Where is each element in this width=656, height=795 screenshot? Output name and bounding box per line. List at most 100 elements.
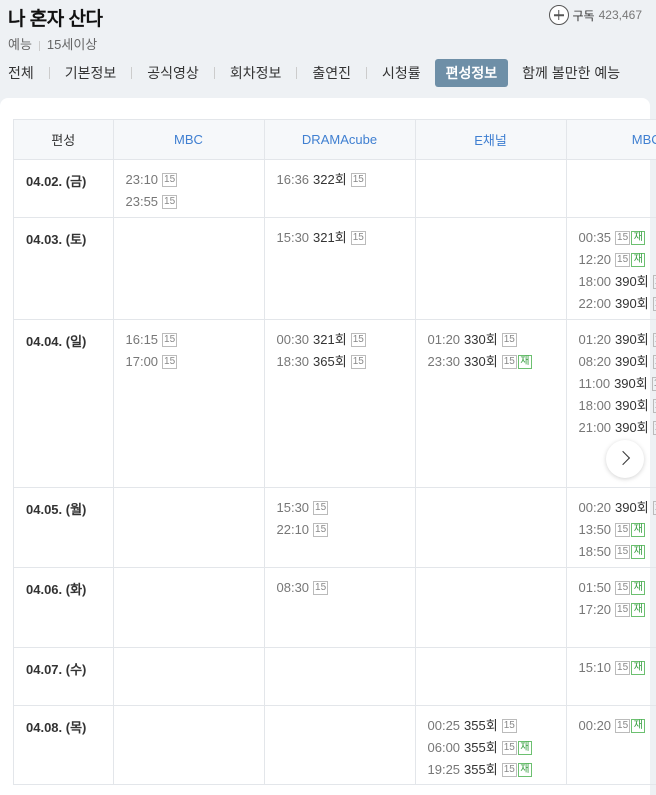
schedule-cell xyxy=(113,217,265,320)
broadcast-time: 15:10 xyxy=(578,659,612,675)
broadcast-entry: 00:20 15 재 xyxy=(579,715,656,737)
age-badge: 15 xyxy=(350,332,366,347)
broadcast-time: 15:30 xyxy=(276,499,310,515)
schedule-date: 04.04. (일) xyxy=(14,319,114,488)
age-badge: 15 xyxy=(350,230,366,245)
next-channels-button[interactable] xyxy=(606,440,644,478)
schedule-cell xyxy=(113,487,265,568)
schedule-cell xyxy=(264,647,416,706)
tab-divider xyxy=(213,67,215,79)
schedule-table: 편성 MBCDRAMAcubeE채널MBC every1 04.02. (금) 2… xyxy=(14,120,656,784)
tab-bar: 전체 기본정보 공식영상 회차정보 출연진 시청률 편성정보 함께 볼만한 예능 xyxy=(0,59,628,87)
age-badge: 15 xyxy=(162,354,178,369)
broadcast-entry: 00:30 321회 15 xyxy=(277,329,415,351)
rerun-badge: 재 xyxy=(631,660,646,675)
subscribe-button[interactable]: 구독 423,467 xyxy=(548,5,642,25)
age-badge: 15 xyxy=(313,580,329,595)
rerun-badge: 재 xyxy=(631,544,646,559)
broadcast-entry: 11:00390회15 xyxy=(579,373,656,395)
broadcast-time: 01:20 xyxy=(427,331,461,347)
schedule-date: 04.07. (수) xyxy=(14,647,114,706)
episode-number: 390회 xyxy=(615,419,649,435)
broadcast-time: 21:00 xyxy=(578,419,612,435)
schedule-cell: 23:10 15 23:55 15 xyxy=(113,159,265,218)
tab-3[interactable]: 공식영상 xyxy=(139,59,207,87)
tab-1[interactable]: 전체 xyxy=(0,59,42,87)
tab-6[interactable]: 시청률 xyxy=(374,59,429,87)
broadcast-time: 08:30 xyxy=(276,579,310,595)
broadcast-time: 23:55 xyxy=(125,193,159,209)
schedule-header-row: 편성 MBCDRAMAcubeE채널MBC every1 xyxy=(14,120,656,160)
age-rating-label: 15세이상 xyxy=(46,37,98,52)
broadcast-entry: 18:30 365회 15 xyxy=(277,351,415,373)
broadcast-entry: 00:25 355회 15 xyxy=(428,715,566,737)
schedule-cell: 00:20390회1513:5015재18:5015재 xyxy=(566,487,656,568)
age-badge: 15 xyxy=(615,718,631,733)
age-badge: 15 xyxy=(313,522,329,537)
age-badge: 15 xyxy=(350,354,366,369)
tab-2[interactable]: 기본정보 xyxy=(57,59,125,87)
broadcast-entry: 18:50 15 재 xyxy=(579,541,656,563)
broadcast-time: 06:00 xyxy=(427,739,461,755)
schedule-row: 04.02. (금) 23:10 15 23:55 15 16:36 322회 15 xyxy=(14,159,656,218)
schedule-cell xyxy=(113,567,265,648)
broadcast-entry: 15:30 15 xyxy=(277,497,415,519)
broadcast-entry: 06:00 355회 15 재 xyxy=(428,737,566,759)
channel-header: DRAMAcube xyxy=(264,120,416,160)
broadcast-time: 00:25 xyxy=(427,717,461,733)
broadcast-entry: 08:20390회15 xyxy=(579,351,656,373)
broadcast-time: 18:30 xyxy=(276,353,310,369)
episode-number: 365회 xyxy=(313,353,347,369)
broadcast-time: 17:00 xyxy=(125,353,159,369)
episode-number: 321회 xyxy=(313,229,347,245)
schedule-date: 04.02. (금) xyxy=(14,159,114,218)
broadcast-time: 18:00 xyxy=(578,397,612,413)
rerun-badge: 재 xyxy=(517,740,532,755)
schedule-table-viewport: 편성 MBCDRAMAcubeE채널MBC every1 04.02. (금) 2… xyxy=(13,119,656,785)
broadcast-time: 15:30 xyxy=(276,229,310,245)
broadcast-entry: 00:35 15 재 xyxy=(579,227,656,249)
broadcast-entry: 08:30 15 xyxy=(277,577,415,599)
broadcast-entry: 21:00390회15 xyxy=(579,417,656,439)
broadcast-entry: 01:50 15 재 xyxy=(579,577,656,599)
episode-number: 330회 xyxy=(464,353,498,369)
schedule-row: 04.08. (목) 00:25 355회 15 06:00 355회 15 재 19:25 35… xyxy=(14,705,656,784)
broadcast-time: 08:20 xyxy=(578,353,612,369)
broadcast-time: 00:35 xyxy=(578,229,612,245)
age-badge: 15 xyxy=(615,660,631,675)
schedule-header-label: 편성 xyxy=(14,120,114,160)
age-badge: 15 xyxy=(162,172,178,187)
genre-label: 예능 xyxy=(8,37,32,52)
schedule-cell xyxy=(264,705,416,784)
broadcast-entry: 15:10 15 재 xyxy=(579,657,656,679)
broadcast-time: 18:50 xyxy=(578,543,612,559)
age-badge: 15 xyxy=(615,544,631,559)
episode-number: 390회 xyxy=(615,295,649,311)
broadcast-time: 00:20 xyxy=(578,717,612,733)
schedule-cell: 01:20 330회 15 23:30 330회 15 재 xyxy=(415,319,567,488)
broadcast-time: 17:20 xyxy=(578,601,612,617)
tab-7[interactable]: 편성정보 xyxy=(434,59,509,87)
tab-5[interactable]: 출연진 xyxy=(304,59,359,87)
broadcast-time: 23:30 xyxy=(427,353,461,369)
episode-number: 322회 xyxy=(313,171,347,187)
broadcast-entry: 19:25 355회 15 재 xyxy=(428,759,566,781)
channel-header: E채널 xyxy=(415,120,567,160)
episode-number: 390회 xyxy=(615,397,649,413)
age-badge: 15 xyxy=(615,230,631,245)
schedule-cell xyxy=(566,159,656,218)
episode-number: 390회 xyxy=(615,499,649,515)
age-badge: 15 xyxy=(651,376,656,391)
schedule-cell: 15:30 321회 15 xyxy=(264,217,416,320)
broadcast-time: 22:10 xyxy=(276,521,310,537)
broadcast-entry: 18:00390회15 xyxy=(579,271,656,293)
schedule-cell: 16:15 15 17:00 15 xyxy=(113,319,265,488)
broadcast-entry: 01:20390회15 xyxy=(579,329,656,351)
tab-8[interactable]: 함께 볼만한 예능 xyxy=(514,59,628,87)
tab-4[interactable]: 회차정보 xyxy=(222,59,290,87)
broadcast-entry: 22:10 15 xyxy=(277,519,415,541)
broadcast-entry: 15:30 321회 15 xyxy=(277,227,415,249)
schedule-date: 04.06. (화) xyxy=(14,567,114,648)
broadcast-entry: 23:10 15 xyxy=(126,169,264,191)
broadcast-time: 00:20 xyxy=(578,499,612,515)
